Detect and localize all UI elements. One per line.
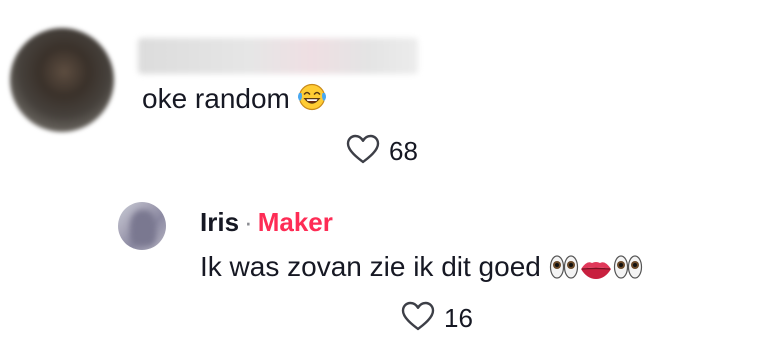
separator-dot: · bbox=[244, 207, 253, 237]
eyes-icon bbox=[549, 254, 579, 288]
like-count: 68 bbox=[389, 135, 418, 166]
creator-badge: Maker bbox=[257, 207, 333, 237]
lips-icon bbox=[579, 254, 613, 288]
reply-body: Ik was zovan zie ik dit goed bbox=[200, 250, 643, 288]
like-count: 16 bbox=[444, 302, 473, 333]
face-with-tears-of-joy-icon bbox=[296, 82, 328, 120]
comment-text: oke random bbox=[142, 83, 290, 114]
reply-text: Ik was zovan zie ik dit goed bbox=[200, 251, 541, 282]
comment-body: oke random bbox=[142, 82, 328, 120]
reply-like-button[interactable]: 16 bbox=[400, 301, 473, 335]
reply-emojis bbox=[549, 254, 643, 288]
commenter-avatar[interactable] bbox=[10, 28, 114, 132]
reply-header: Iris · Maker bbox=[200, 206, 333, 238]
heart-icon[interactable] bbox=[345, 133, 381, 170]
comment-like-button[interactable]: 68 bbox=[345, 134, 418, 168]
eyes-icon bbox=[613, 254, 643, 288]
reply-avatar[interactable] bbox=[118, 202, 166, 250]
reply-username[interactable]: Iris bbox=[200, 207, 239, 237]
heart-icon[interactable] bbox=[400, 300, 436, 337]
commenter-username-redacted[interactable] bbox=[138, 38, 418, 74]
